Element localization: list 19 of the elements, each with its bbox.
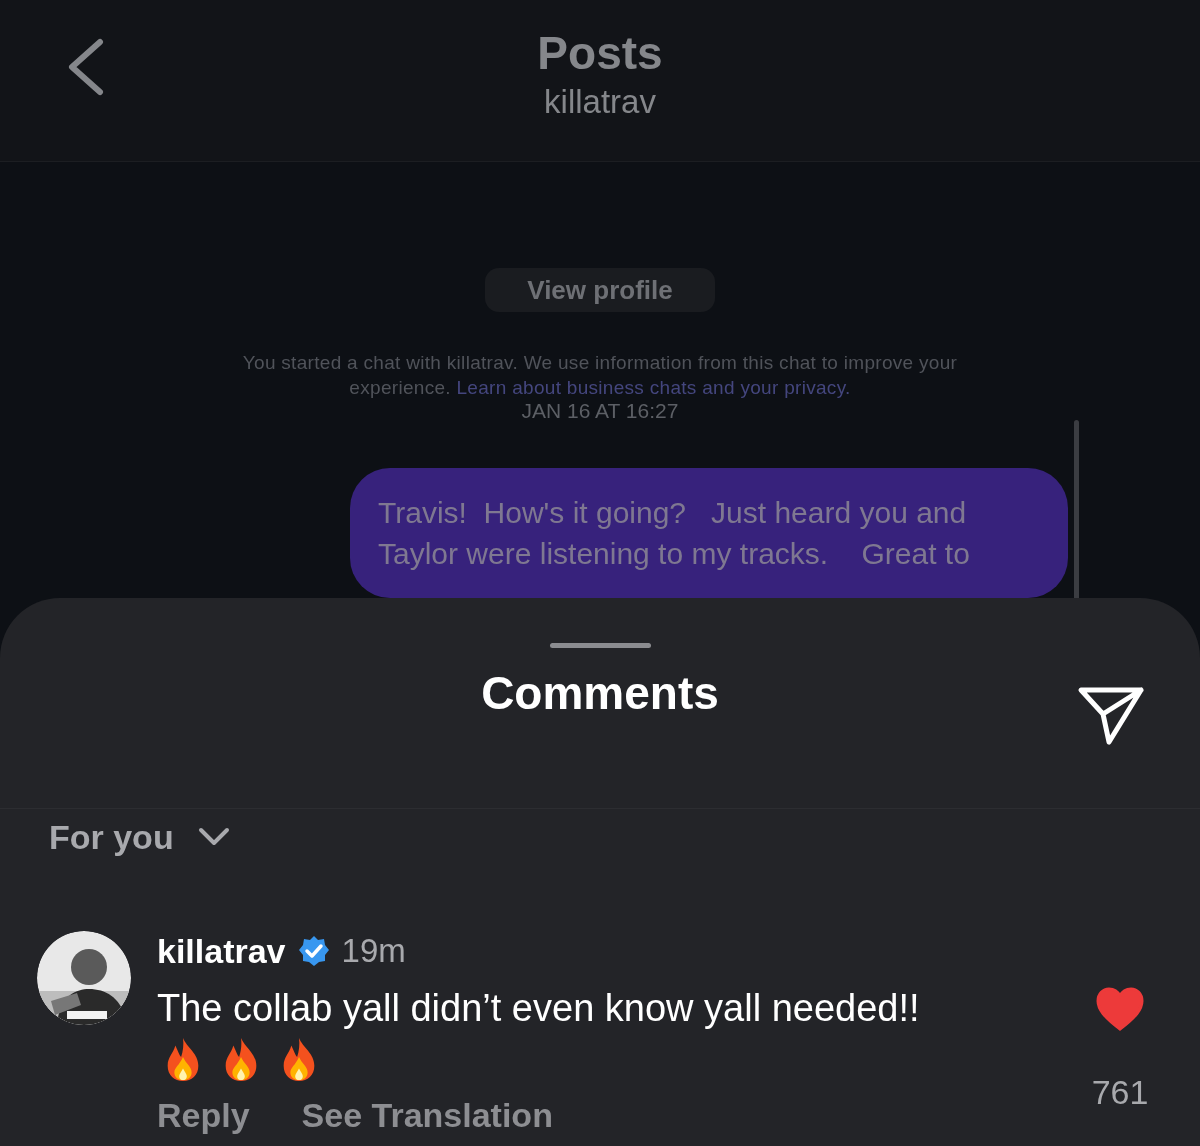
chat-notice: You started a chat with killatrav. We use information from this chat to improve your experience. Learn about business chats and your privacy.	[241, 351, 959, 400]
comment-text: The collab yall didn’t even know yall needed!!	[157, 987, 921, 1030]
like-count: 761	[1091, 1073, 1149, 1112]
comment-action-button[interactable]: See Translation	[301, 1096, 553, 1135]
back-icon[interactable]	[66, 38, 104, 96]
comment-username[interactable]: killatrav	[157, 931, 286, 971]
page-title: Posts	[537, 28, 663, 79]
comment-time: 19m	[341, 932, 406, 970]
view-profile-button[interactable]: View profile	[485, 268, 715, 312]
message-bubble: Travis! How's it going? Just heard you and Taylor were listening to my tracks. Great to	[350, 468, 1068, 598]
chevron-down-icon	[197, 827, 230, 847]
send-icon[interactable]	[1077, 684, 1145, 746]
sheet-title: Comments	[481, 666, 719, 720]
page-subtitle: killatrav	[544, 82, 656, 121]
sort-dropdown[interactable]: For you	[49, 815, 230, 859]
chat-timestamp: JAN 16 AT 16:27	[521, 400, 679, 422]
comment-action-button[interactable]: Reply	[157, 1096, 250, 1135]
sheet-handle[interactable]	[550, 643, 651, 648]
heart-icon[interactable]	[1096, 987, 1144, 1031]
